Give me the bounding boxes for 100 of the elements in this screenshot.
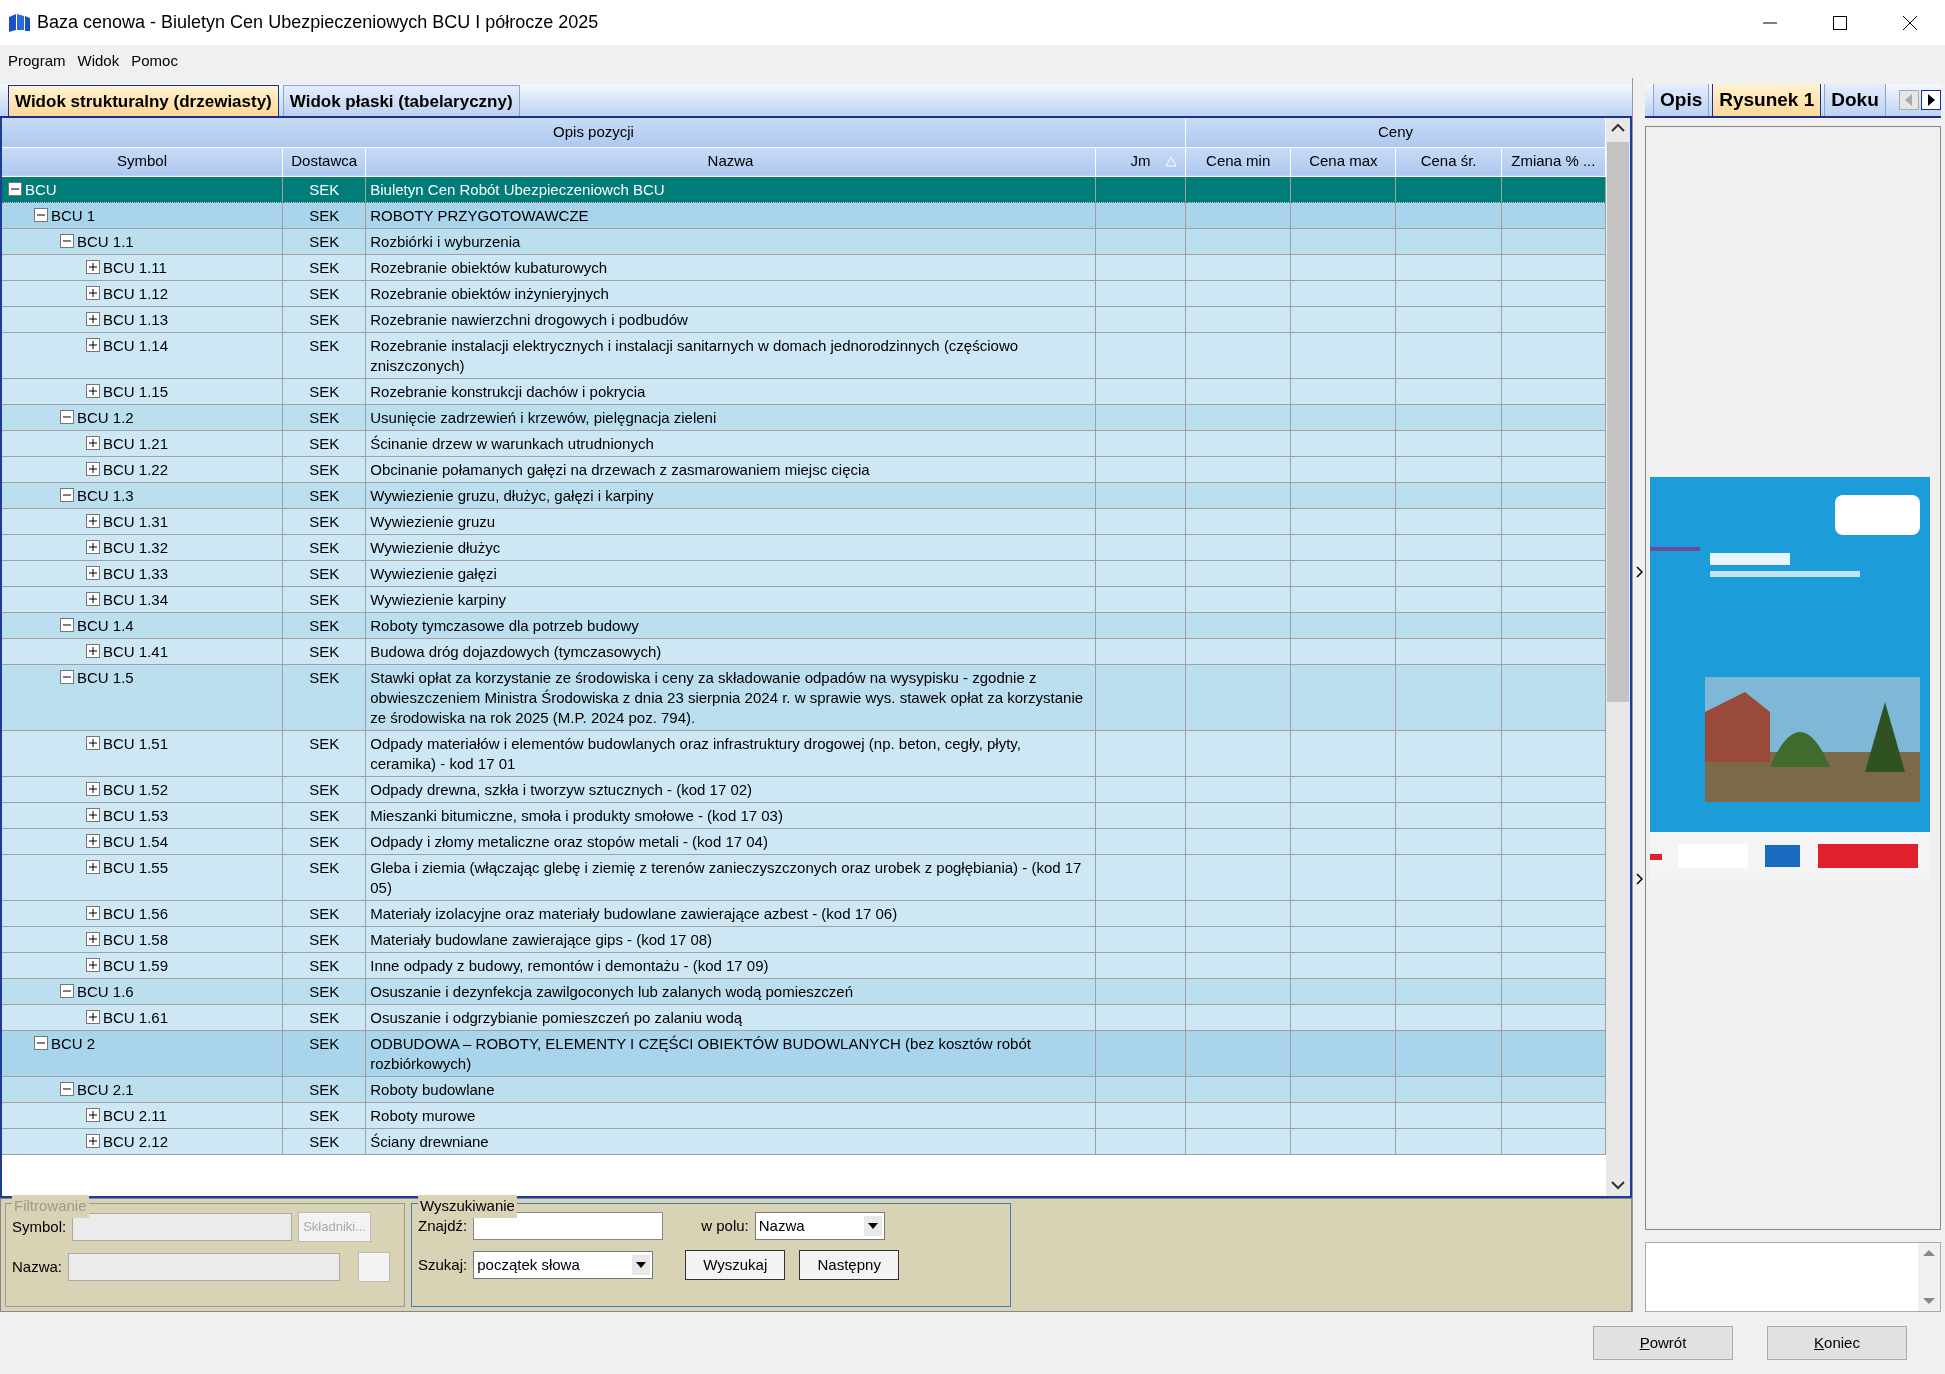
- expand-toggle-icon[interactable]: [86, 566, 100, 580]
- expand-toggle-icon[interactable]: [86, 736, 100, 750]
- field-dropdown[interactable]: Nazwa: [754, 1212, 885, 1240]
- table-cell: SEK: [282, 332, 366, 378]
- row-symbol: BCU 1.15: [103, 381, 169, 402]
- expand-toggle-icon[interactable]: [86, 1010, 100, 1024]
- maximize-icon: [1833, 15, 1847, 30]
- row-symbol: BCU 1.4: [77, 615, 134, 636]
- expand-toggle-icon[interactable]: [86, 592, 100, 606]
- table-cell: Wywiezienie gruzu, dłużyc, gałęzi i karpiny: [365, 482, 1096, 508]
- expand-toggle-icon[interactable]: [86, 1108, 100, 1122]
- scrollbar[interactable]: [1606, 118, 1630, 1196]
- collapse-toggle-icon[interactable]: [60, 670, 74, 684]
- scroll-right-icon[interactable]: [1921, 89, 1941, 110]
- table-cell: Wywiezienie dłużyc: [365, 534, 1096, 560]
- row-symbol: BCU 1.56: [103, 903, 169, 924]
- panel-tab[interactable]: Rysunek 1: [1712, 84, 1822, 116]
- window-title: Baza cenowa - Biuletyn Cen Ubezpieczeniowych BCU I półrocze 2025: [37, 11, 599, 34]
- table-cell: Biuletyn Cen Robót Ubezpieczeniowch BCU: [365, 176, 1096, 202]
- footer-button[interactable]: Koniec: [1767, 1326, 1907, 1360]
- book-icon: [8, 12, 31, 33]
- table-cell: SEK: [282, 228, 366, 254]
- collapse-toggle-icon[interactable]: [8, 182, 22, 196]
- expand-toggle-icon[interactable]: [86, 906, 100, 920]
- column-header[interactable]: Cena min: [1185, 147, 1291, 176]
- table-cell: SEK: [282, 404, 366, 430]
- collapse-toggle-icon[interactable]: [60, 984, 74, 998]
- panel-tab[interactable]: Doku: [1824, 84, 1886, 116]
- mode-dropdown[interactable]: początek słowa: [473, 1251, 654, 1279]
- table-cell: Rozebranie nawierzchni drogowych i podbudów: [365, 306, 1096, 332]
- expand-toggle-icon[interactable]: [86, 540, 100, 554]
- table-cell: SEK: [282, 586, 366, 612]
- find-field[interactable]: [473, 1212, 664, 1240]
- expand-toggle-icon[interactable]: [86, 338, 100, 352]
- column-header[interactable]: Nazwa: [365, 147, 1096, 176]
- row-symbol: BCU 1.59: [103, 955, 169, 976]
- table-cell: SEK: [282, 776, 366, 802]
- field-label: Nazwa:: [12, 1256, 63, 1277]
- expand-toggle-icon[interactable]: [86, 462, 100, 476]
- collapse-toggle-icon[interactable]: [34, 208, 48, 222]
- column-header[interactable]: Symbol: [2, 147, 283, 176]
- column-header[interactable]: Cena max: [1290, 147, 1396, 176]
- table-cell: SEK: [282, 254, 366, 280]
- table-cell: Roboty murowe: [365, 1102, 1096, 1128]
- search-button[interactable]: Wyszukaj: [685, 1250, 786, 1280]
- table-cell: Wywiezienie gałęzi: [365, 560, 1096, 586]
- table-cell: SEK: [282, 280, 366, 306]
- expand-toggle-icon[interactable]: [86, 1134, 100, 1148]
- footer-button[interactable]: Powrót: [1593, 1326, 1733, 1360]
- menu-item[interactable]: Widok: [71, 48, 126, 75]
- table-cell: Usunięcie zadrzewień i krzewów, pielęgnacja zieleni: [365, 404, 1096, 430]
- expand-toggle-icon[interactable]: [86, 286, 100, 300]
- collapse-toggle-icon[interactable]: [60, 618, 74, 632]
- table-cell: Wywiezienie gruzu: [365, 508, 1096, 534]
- table-cell: Budowa dróg dojazdowych (tymczasowych): [365, 638, 1096, 664]
- table-cell: SEK: [282, 802, 366, 828]
- column-header[interactable]: Jm: [1095, 147, 1186, 176]
- menu-item[interactable]: Pomoc: [125, 48, 184, 75]
- table-cell: SEK: [282, 176, 366, 202]
- table-cell: ODBUDOWA – ROBOTY, ELEMENTY I CZĘŚCI OBIEKTÓW BUDOWLANYCH (bez kosztów robót rozbiórkowych): [365, 1030, 1096, 1076]
- menu-item[interactable]: Program: [2, 48, 72, 75]
- collapse-toggle-icon[interactable]: [60, 488, 74, 502]
- column-header[interactable]: Zmiana % ...: [1501, 147, 1606, 176]
- expand-toggle-icon[interactable]: [86, 958, 100, 972]
- collapse-toggle-icon[interactable]: [60, 1082, 74, 1096]
- row-symbol: BCU 1.13: [103, 309, 169, 330]
- table-cell: Odpady i złomy metaliczne oraz stopów metali - (kod 17 04): [365, 828, 1096, 854]
- view-tab[interactable]: Widok płaski (tabelaryczny): [282, 84, 520, 116]
- expand-toggle-icon[interactable]: [86, 260, 100, 274]
- search-button[interactable]: Następny: [799, 1250, 900, 1280]
- row-symbol: BCU 2.12: [103, 1131, 169, 1152]
- collapse-toggle-icon[interactable]: [60, 410, 74, 424]
- view-tab[interactable]: Widok strukturalny (drzewiasty): [8, 84, 279, 116]
- collapse-toggle-icon[interactable]: [60, 234, 74, 248]
- expand-toggle-icon[interactable]: [86, 932, 100, 946]
- table-cell: SEK: [282, 1102, 366, 1128]
- panel-tab[interactable]: Opis: [1653, 84, 1710, 116]
- table-cell: Materiały izolacyjne oraz materiały budowlane zawierające azbest - (kod 17 06): [365, 900, 1096, 926]
- row-symbol: BCU 1.21: [103, 433, 169, 454]
- column-header[interactable]: Dostawca: [282, 147, 366, 176]
- expand-toggle-icon[interactable]: [86, 436, 100, 450]
- table-cell: Odpady materiałów i elementów budowlanych oraz infrastruktury drogowej (np. beton, cegły, płyty, ceramika) - kod 17 01: [365, 730, 1096, 776]
- expand-toggle-icon[interactable]: [86, 782, 100, 796]
- row-symbol: BCU 2.1: [77, 1079, 134, 1100]
- expand-toggle-icon[interactable]: [86, 384, 100, 398]
- collapse-toggle-icon[interactable]: [34, 1036, 48, 1050]
- table-cell: Obcinanie połamanych gałęzi na drzewach z zasmarowaniem miejsc cięcia: [365, 456, 1096, 482]
- column-header[interactable]: Cena śr.: [1396, 147, 1502, 176]
- expand-toggle-icon[interactable]: [86, 312, 100, 326]
- expand-toggle-icon[interactable]: [86, 644, 100, 658]
- column-group-header: Ceny: [1185, 118, 1606, 147]
- expand-toggle-icon[interactable]: [86, 834, 100, 848]
- row-symbol: BCU 1.34: [103, 589, 169, 610]
- table-cell: SEK: [282, 482, 366, 508]
- caret-icon: [632, 1255, 651, 1275]
- expand-toggle-icon[interactable]: [86, 808, 100, 822]
- expand-toggle-icon[interactable]: [86, 514, 100, 528]
- expand-toggle-icon[interactable]: [86, 860, 100, 874]
- row-symbol: BCU 2.11: [103, 1105, 167, 1126]
- row-symbol: BCU 1.3: [77, 485, 134, 506]
